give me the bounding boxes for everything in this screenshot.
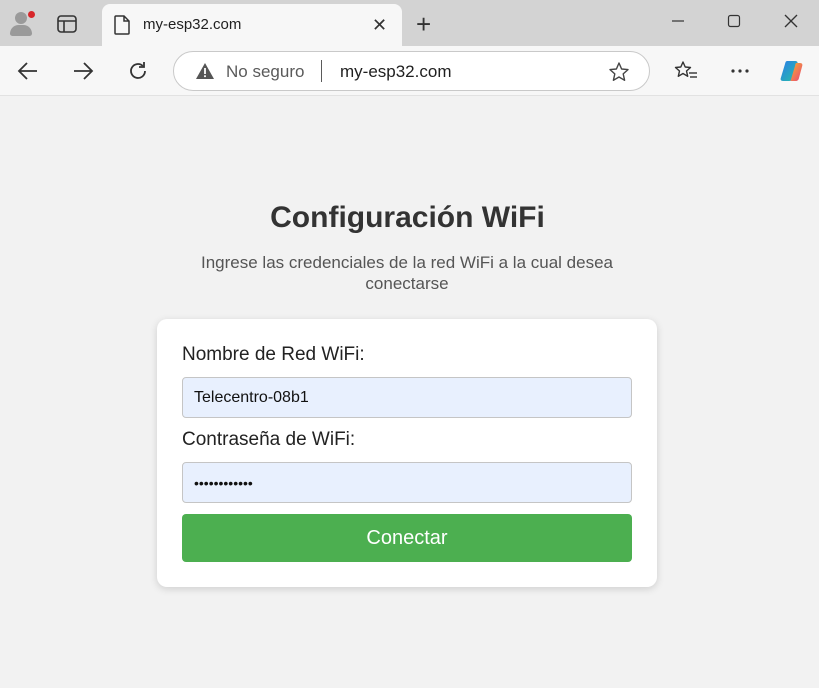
tab-title: my-esp32.com bbox=[143, 16, 242, 33]
page-icon bbox=[114, 15, 130, 40]
new-tab-icon[interactable]: + bbox=[416, 11, 431, 37]
title-bar: my-esp32.com ✕ + bbox=[0, 0, 819, 46]
page-content: Configuración WiFi Ingrese las credencia… bbox=[0, 97, 819, 688]
address-bar[interactable]: No seguro my-esp32.com bbox=[173, 51, 650, 91]
profile-avatar-icon[interactable] bbox=[6, 8, 36, 38]
wifi-form-card: Nombre de Red WiFi: Telecentro-08b1 Cont… bbox=[157, 319, 657, 587]
copilot-icon[interactable] bbox=[779, 58, 805, 84]
forward-icon[interactable] bbox=[70, 58, 96, 84]
favorites-icon[interactable] bbox=[673, 58, 699, 84]
active-tab[interactable]: my-esp32.com ✕ bbox=[102, 4, 402, 46]
url-text[interactable]: my-esp32.com bbox=[340, 62, 451, 82]
more-options-icon[interactable] bbox=[727, 58, 753, 84]
password-input[interactable]: •••••••••••• bbox=[182, 462, 632, 503]
window-close-icon[interactable] bbox=[776, 8, 806, 34]
address-separator bbox=[321, 60, 322, 82]
ssid-label: Nombre de Red WiFi: bbox=[182, 344, 365, 365]
back-icon[interactable] bbox=[15, 58, 41, 84]
tab-actions-icon[interactable] bbox=[54, 12, 80, 36]
password-label: Contraseña de WiFi: bbox=[182, 429, 356, 450]
notification-dot bbox=[27, 10, 36, 19]
warning-icon[interactable] bbox=[195, 62, 215, 85]
security-status[interactable]: No seguro bbox=[226, 62, 304, 82]
minimize-icon[interactable] bbox=[663, 8, 693, 34]
tab-close-icon[interactable]: ✕ bbox=[372, 16, 387, 34]
maximize-icon[interactable] bbox=[719, 8, 749, 34]
page-title: Configuración WiFi bbox=[270, 201, 545, 234]
favorite-star-icon[interactable] bbox=[608, 61, 630, 88]
refresh-icon[interactable] bbox=[125, 58, 151, 84]
browser-toolbar: No seguro my-esp32.com bbox=[0, 46, 819, 96]
connect-button[interactable]: Conectar bbox=[182, 514, 632, 562]
page-subtitle: Ingrese las credenciales de la red WiFi … bbox=[201, 253, 613, 293]
ssid-input[interactable]: Telecentro-08b1 bbox=[182, 377, 632, 418]
